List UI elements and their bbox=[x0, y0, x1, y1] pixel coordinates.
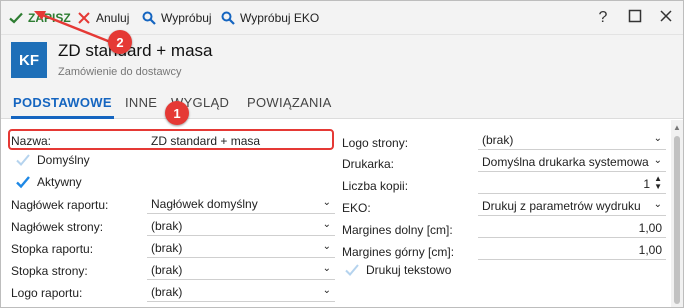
number-stepper[interactable]: ▲ ▼ bbox=[654, 175, 662, 191]
name-label: Nazwa: bbox=[11, 134, 52, 148]
text-print-label: Drukuj tekstowo bbox=[366, 263, 452, 277]
margin-bottom-input[interactable]: 1,00 bbox=[478, 218, 666, 238]
try-button[interactable]: Wypróbuj bbox=[142, 9, 212, 27]
close-window-button[interactable] bbox=[656, 8, 676, 28]
eko-select[interactable]: Drukuj z parametrów wydruku ⌄ bbox=[478, 196, 666, 216]
printer-label: Drukarka: bbox=[342, 157, 395, 171]
search-icon bbox=[142, 11, 156, 25]
help-button[interactable]: ? bbox=[593, 8, 613, 28]
chevron-down-icon: ⌄ bbox=[653, 133, 662, 144]
page-header-label: Nagłówek strony: bbox=[11, 220, 104, 234]
try-eko-label: Wypróbuj EKO bbox=[240, 11, 320, 25]
active-label: Aktywny bbox=[37, 175, 82, 189]
page-header-select[interactable]: (brak) ⌄ bbox=[147, 216, 335, 236]
copies-input[interactable]: 1 ▲ ▼ bbox=[478, 174, 666, 194]
chevron-down-icon: ⌄ bbox=[653, 199, 662, 210]
vertical-scrollbar[interactable]: ▲ bbox=[671, 120, 683, 307]
chevron-down-icon: ⌄ bbox=[322, 263, 331, 274]
page-subtitle: Zamówienie do dostawcy bbox=[58, 66, 182, 78]
copies-label: Liczba kopii: bbox=[342, 179, 409, 193]
annotation-badge-1: 1 bbox=[165, 101, 189, 125]
page-title: ZD standard + masa bbox=[58, 41, 213, 60]
record-header: KF ZD standard + masa Zamówienie do dost… bbox=[1, 35, 683, 87]
chevron-down-icon: ⌄ bbox=[322, 197, 331, 208]
save-label: ZAPISZ bbox=[28, 11, 71, 25]
text-print-checkbox[interactable]: Drukuj tekstowo bbox=[344, 262, 451, 278]
close-icon bbox=[77, 11, 91, 25]
eko-label: EKO: bbox=[342, 201, 371, 215]
cancel-button[interactable]: Anuluj bbox=[77, 9, 129, 27]
chevron-down-icon: ⌄ bbox=[322, 285, 331, 296]
report-footer-label: Stopka raportu: bbox=[11, 242, 94, 256]
checkbox-checked-icon bbox=[15, 174, 31, 190]
page-logo-select[interactable]: (brak) ⌄ bbox=[478, 130, 666, 150]
name-input[interactable]: ZD standard + masa bbox=[147, 131, 333, 151]
active-checkbox[interactable]: Aktywny bbox=[15, 174, 82, 190]
printer-select[interactable]: Domyślna drukarka systemowa ⌄ bbox=[478, 152, 666, 172]
tab-powiazania[interactable]: POWIĄZANIA bbox=[247, 95, 332, 110]
chevron-down-icon: ⌄ bbox=[322, 219, 331, 230]
scroll-up-icon[interactable]: ▲ bbox=[673, 123, 681, 132]
chevron-down-icon: ⌄ bbox=[653, 155, 662, 166]
save-button[interactable]: ZAPISZ bbox=[9, 9, 71, 27]
report-footer-select[interactable]: (brak) ⌄ bbox=[147, 238, 335, 258]
active-tab-indicator bbox=[11, 116, 114, 119]
check-icon bbox=[9, 11, 23, 25]
toolbar: ZAPISZ Anuluj Wypróbuj Wypróbuj EKO ? bbox=[1, 1, 683, 35]
tab-inne[interactable]: INNE bbox=[125, 95, 157, 110]
search-icon bbox=[221, 11, 235, 25]
form-content: Nazwa: ZD standard + masa Domyślny Aktyw… bbox=[1, 120, 683, 307]
scrollbar-thumb[interactable] bbox=[674, 136, 680, 304]
cancel-label: Anuluj bbox=[96, 11, 130, 25]
page-footer-label: Stopka strony: bbox=[11, 264, 88, 278]
margin-top-input[interactable]: 1,00 bbox=[478, 240, 666, 260]
help-icon: ? bbox=[598, 9, 608, 26]
report-logo-label: Logo raportu: bbox=[11, 286, 83, 300]
close-window-icon bbox=[659, 9, 673, 28]
page-footer-select[interactable]: (brak) ⌄ bbox=[147, 260, 335, 280]
maximize-button[interactable] bbox=[625, 8, 645, 28]
margin-top-label: Margines górny [cm]: bbox=[342, 245, 455, 259]
default-checkbox[interactable]: Domyślny bbox=[15, 152, 90, 168]
tab-podstawowe[interactable]: PODSTAWOWE bbox=[13, 95, 112, 110]
try-eko-button[interactable]: Wypróbuj EKO bbox=[221, 9, 319, 27]
annotation-badge-2: 2 bbox=[108, 30, 132, 54]
checkbox-unchecked-icon bbox=[15, 152, 31, 168]
checkbox-unchecked-icon bbox=[344, 262, 360, 278]
page-logo-label: Logo strony: bbox=[342, 136, 409, 150]
report-logo-select[interactable]: (brak) ⌄ bbox=[147, 282, 335, 302]
report-header-label: Nagłówek raportu: bbox=[11, 198, 109, 212]
chevron-down-icon: ⌄ bbox=[322, 241, 331, 252]
report-header-select[interactable]: Nagłówek domyślny ⌄ bbox=[147, 194, 335, 214]
default-label: Domyślny bbox=[37, 153, 90, 167]
tab-bar: PODSTAWOWE INNE WYGLĄD POWIĄZANIA bbox=[1, 87, 683, 119]
try-label: Wypróbuj bbox=[161, 11, 212, 25]
avatar: KF bbox=[11, 42, 47, 78]
stepper-down-icon[interactable]: ▼ bbox=[654, 183, 662, 191]
margin-bottom-label: Margines dolny [cm]: bbox=[342, 223, 453, 237]
maximize-icon bbox=[628, 9, 642, 28]
